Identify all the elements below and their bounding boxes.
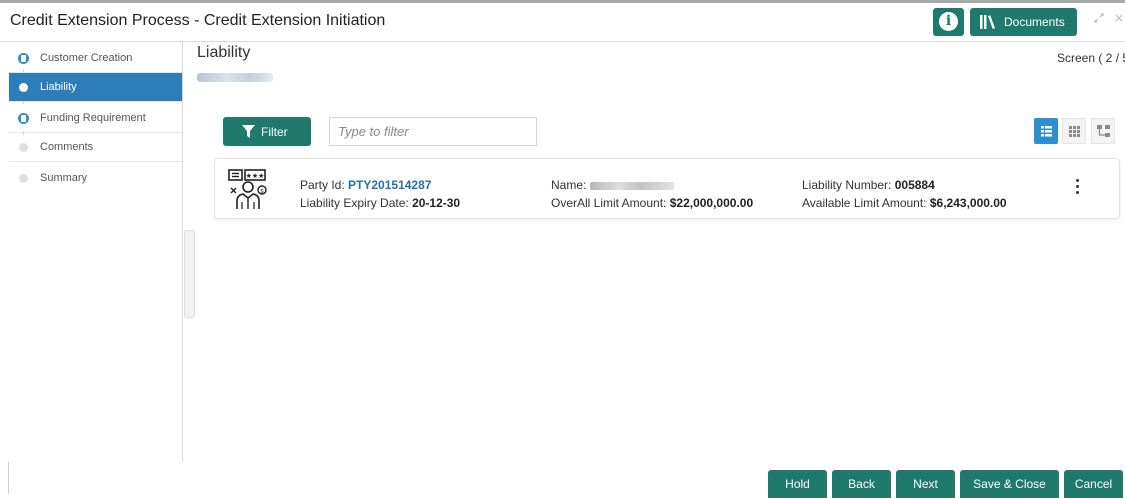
overall-limit-label: OverAll Limit Amount: (551, 196, 667, 210)
sidebar-item-customer-creation[interactable]: Customer Creation (9, 44, 182, 73)
grid-view-icon (1069, 126, 1080, 137)
expiry-date-field: Liability Expiry Date: 20-12-30 (300, 196, 460, 210)
grid-view-button[interactable] (1062, 118, 1086, 144)
sidebar-item-summary[interactable]: Summary (9, 164, 182, 193)
available-limit-field: Available Limit Amount: $6,243,000.00 (802, 196, 1007, 210)
minimize-icon[interactable] (1093, 12, 1105, 27)
stepper-sidebar: Customer Creation Liability Funding Requ… (0, 42, 183, 462)
name-label: Name: (551, 178, 587, 192)
documents-button[interactable]: Documents (970, 8, 1077, 36)
documents-label: Documents (1004, 15, 1065, 29)
expiry-date-value: 20-12-30 (412, 196, 461, 210)
liability-number-label: Liability Number: (802, 178, 892, 192)
step-pending-icon (19, 174, 28, 183)
filter-label: Filter (261, 125, 288, 139)
filter-input[interactable] (329, 117, 537, 146)
available-limit-label: Available Limit Amount: (802, 196, 927, 210)
redacted-subtitle (197, 73, 273, 82)
liability-card[interactable]: ★★★ $ Party Id: PTY201514287 Liability E… (214, 158, 1120, 219)
title-bar: Credit Extension Process - Credit Extens… (0, 0, 1125, 42)
step-label: Summary (40, 172, 88, 184)
screen-indicator: Screen ( 2 / 5 (1057, 51, 1125, 65)
liability-number-value: 005884 (894, 178, 935, 192)
tree-view-icon (1097, 125, 1110, 137)
step-pending-icon (19, 143, 28, 152)
sidebar-item-comments[interactable]: Comments (9, 133, 182, 162)
list-view-icon (1041, 126, 1052, 137)
sidebar-item-liability[interactable]: Liability (9, 73, 182, 102)
page-title: Liability (197, 44, 251, 61)
overall-limit-field: OverAll Limit Amount: $22,000,000.00 (551, 196, 753, 210)
svg-text:$: $ (260, 188, 264, 195)
svg-text:★★★: ★★★ (246, 172, 265, 180)
redacted-name (590, 181, 675, 190)
overall-limit-value: $22,000,000.00 (669, 196, 754, 210)
info-button[interactable]: i (933, 8, 964, 36)
sidebar-resize-handle[interactable] (184, 230, 195, 318)
name-field: Name: (551, 178, 675, 192)
step-label: Funding Requirement (40, 112, 146, 124)
close-icon[interactable] (1114, 12, 1124, 27)
kebab-menu-icon[interactable] (1073, 179, 1081, 199)
step-current-icon (19, 83, 28, 92)
party-id-label: Party Id: (300, 178, 345, 192)
step-label: Comments (40, 141, 94, 153)
liability-number-field: Liability Number: 005884 (802, 178, 935, 192)
list-view-button[interactable] (1034, 118, 1058, 144)
step-label: Customer Creation (40, 52, 133, 64)
info-icon: i (939, 12, 958, 31)
library-icon (979, 14, 997, 33)
filter-button[interactable]: Filter (223, 117, 311, 146)
tree-view-button[interactable] (1091, 118, 1115, 144)
party-id-field: Party Id: PTY201514287 (300, 178, 431, 192)
step-done-icon (18, 53, 29, 64)
step-done-icon (18, 113, 29, 124)
filter-icon (242, 125, 255, 141)
sidebar-item-funding-requirement[interactable]: Funding Requirement (9, 104, 182, 133)
party-id-link[interactable]: PTY201514287 (348, 178, 431, 192)
step-label: Liability (40, 81, 77, 93)
customer-avatar-icon: ★★★ $ (228, 168, 268, 215)
expiry-date-label: Liability Expiry Date: (300, 196, 409, 210)
app-title: Credit Extension Process - Credit Extens… (10, 12, 386, 29)
available-limit-value: $6,243,000.00 (929, 196, 1007, 210)
